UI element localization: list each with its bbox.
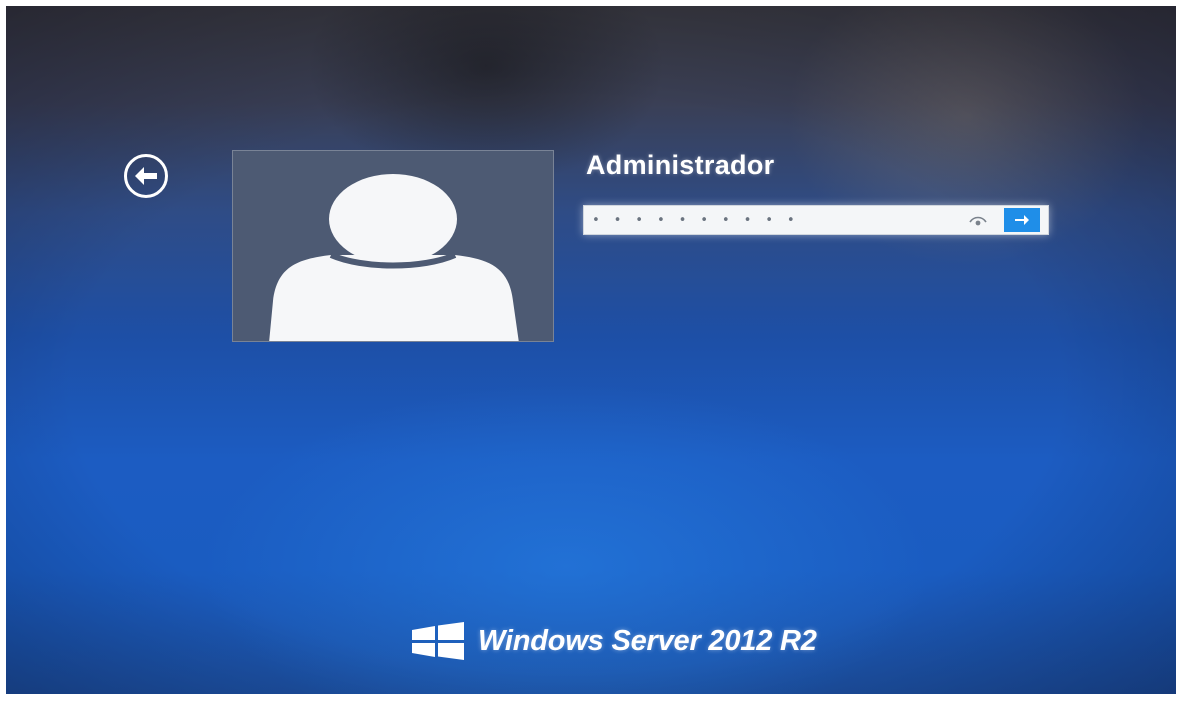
username-label: Administrador bbox=[586, 150, 775, 180]
user-avatar-tile bbox=[232, 150, 554, 342]
password-field-container bbox=[583, 205, 1049, 235]
arrow-left-icon bbox=[135, 167, 157, 185]
eye-icon[interactable] bbox=[968, 213, 988, 229]
user-silhouette-icon bbox=[269, 174, 519, 341]
lock-screen: Administrador Windows Server 2012 R2 bbox=[6, 6, 1176, 694]
submit-button[interactable] bbox=[1004, 208, 1040, 232]
password-input[interactable] bbox=[592, 208, 952, 232]
back-button[interactable] bbox=[124, 154, 168, 198]
product-branding: Windows Server 2012 R2 bbox=[410, 618, 817, 664]
windows-logo-icon bbox=[412, 622, 464, 660]
product-name: Windows Server 2012 R2 bbox=[478, 624, 817, 657]
screen-vignette bbox=[6, 6, 1176, 694]
arrow-right-icon bbox=[1015, 215, 1029, 225]
